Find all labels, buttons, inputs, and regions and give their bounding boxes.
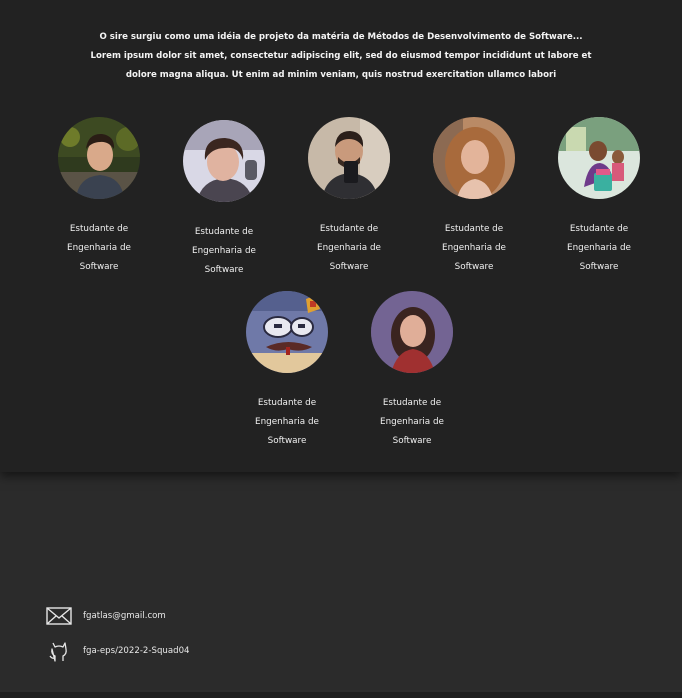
intro-line-1: O sire surgiu como uma idéia de projeto … (99, 32, 583, 42)
footer-email[interactable]: fgatlas@gmail.com (46, 606, 166, 626)
member-role: Estudante de Engenharia de Software (567, 224, 631, 272)
member-card: Estudante de Engenharia de Software (357, 291, 467, 451)
intro-line-2: Lorem ipsum dolor sit amet, consectetur … (90, 51, 592, 61)
page-bottom-edge (0, 692, 682, 698)
member-role: Estudante de Engenharia de Software (67, 224, 131, 272)
footer-repo[interactable]: fga-eps/2022-2-Squad04 (46, 641, 190, 662)
member-card: Estudante de Engenharia de Software (544, 117, 654, 277)
member-photo (558, 117, 640, 199)
member-card: Estudante de Engenharia de Software (169, 120, 279, 280)
member-card: Estudante de Engenharia de Software (294, 117, 404, 277)
github-icon (46, 641, 72, 662)
member-card: Estudante de Engenharia de Software (419, 117, 529, 277)
intro-line-3: dolore magna aliqua. Ut enim ad minim ve… (125, 70, 557, 80)
member-role: Estudante de Engenharia de Software (380, 398, 444, 446)
member-card: Estudante de Engenharia de Software (232, 291, 342, 451)
envelope-icon (46, 606, 72, 626)
member-role: Estudante de Engenharia de Software (192, 227, 256, 275)
member-photo (433, 117, 515, 199)
member-role: Estudante de Engenharia de Software (442, 224, 506, 272)
member-photo (308, 117, 390, 199)
intro-text: O sire surgiu como uma idéia de projeto … (90, 28, 592, 85)
member-role: Estudante de Engenharia de Software (317, 224, 381, 272)
member-photo (246, 291, 328, 373)
email-link[interactable]: fgatlas@gmail.com (83, 611, 166, 621)
about-section: O sire surgiu como uma idéia de projeto … (0, 0, 682, 472)
member-photo (371, 291, 453, 373)
repo-link[interactable]: fga-eps/2022-2-Squad04 (83, 646, 190, 656)
member-photo (183, 120, 265, 202)
member-card: Estudante de Engenharia de Software (44, 117, 154, 277)
member-role: Estudante de Engenharia de Software (255, 398, 319, 446)
member-photo (58, 117, 140, 199)
